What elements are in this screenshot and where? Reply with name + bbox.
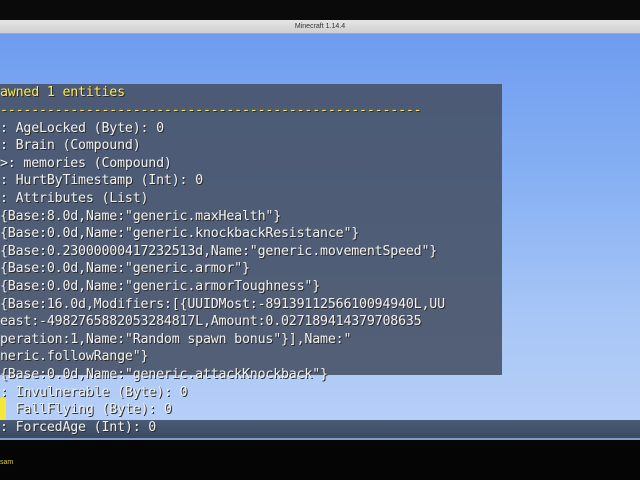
chat-line: : AgeLocked (Byte): 0 — [0, 120, 164, 136]
chat-line: {Base:0.0d,Name:"generic.armor"} — [0, 261, 250, 277]
chat-line: : HurtByTimestamp (Int): 0 — [0, 173, 203, 189]
chat-input-bar[interactable] — [0, 440, 640, 480]
window-title: Minecraft 1.14.4 — [294, 23, 346, 30]
chat-line: peration:1,Name:"Random spawn bonus"}],N… — [0, 331, 352, 347]
chat-line: {Base:0.0d,Name:"generic.knockbackResist… — [0, 226, 360, 242]
chat-line: : ForcedAge (Int): 0 — [0, 419, 157, 435]
screen: Minecraft 1.14.4 awned 1 entities -------… — [0, 0, 640, 480]
chat-line: : Attributes (List) — [0, 190, 149, 206]
chat-panel: awned 1 entities ------------------------… — [0, 84, 502, 435]
chat-line: neric.followRange"} — [0, 349, 149, 365]
chat-line: : Invulnerable (Byte): 0 — [0, 384, 188, 400]
chat-line: east:-4982765882053284817L,Amount:0.0271… — [0, 314, 422, 330]
chat-cursor-marker — [0, 398, 6, 420]
top-bezel — [0, 0, 640, 20]
chat-line: {Base:0.0d,Name:"generic.armorToughness"… — [0, 278, 321, 294]
chat-line: : Brain (Compound) — [0, 138, 141, 154]
chat-line: ----------------------------------------… — [0, 103, 422, 118]
chat-line: {Base:0.0d,Name:"generic.attackKnockback… — [0, 366, 328, 382]
window-titlebar[interactable]: Minecraft 1.14.4 — [0, 20, 640, 34]
chat-line: awned 1 entities — [0, 85, 125, 100]
chat-line: {Base:8.0d,Name:"generic.maxHealth"} — [0, 208, 281, 224]
chat-input-text: sam — [0, 459, 14, 466]
chat-line: {Base:16.0d,Modifiers:[{UUIDMost:-891391… — [0, 296, 445, 312]
chat-line: >: memories (Compound) — [0, 155, 172, 171]
chat-log: awned 1 entities ------------------------… — [0, 84, 445, 436]
chat-line: : FallFlying (Byte): 0 — [0, 402, 172, 418]
chat-line: {Base:0.23000000417232513d,Name:"generic… — [0, 243, 438, 259]
